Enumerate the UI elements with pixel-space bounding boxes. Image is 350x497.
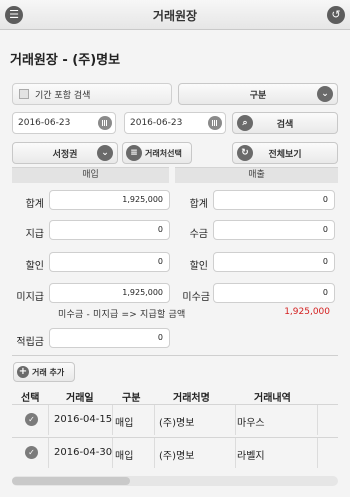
sales-unreceived-field[interactable]: 0 — [213, 283, 335, 303]
col-header-select: 선택 — [21, 393, 40, 404]
sales-section-header: 매출 — [175, 167, 338, 183]
row-detail: 라벨지 — [237, 451, 265, 462]
table-row[interactable]: ✓ 2016-04-30 매입 (주)명보 라벨지 — [12, 437, 338, 468]
table-row[interactable]: ✓ 2016-04-15 매입 (주)명보 마우스 — [12, 404, 338, 435]
row-client: (주)명보 — [159, 451, 195, 462]
col-header-type: 구분 — [122, 393, 141, 404]
check-icon[interactable]: ✓ — [25, 413, 38, 426]
sales-unreceived-label: 미수금 — [182, 292, 210, 303]
purchase-discount-field[interactable]: 0 — [49, 252, 170, 272]
refresh-icon: ↻ — [237, 145, 253, 161]
calendar-icon[interactable] — [208, 116, 222, 130]
include-period-label: 기간 포함 검색 — [35, 90, 91, 101]
purchase-unpaid-label: 미지급 — [16, 292, 44, 303]
date-to-input[interactable]: 2016-06-23 — [124, 112, 226, 134]
row-type: 매입 — [115, 418, 134, 429]
sales-total-field[interactable]: 0 — [213, 190, 335, 210]
table-header: 선택 거래일 구분 거래처명 거래내역 — [12, 389, 338, 404]
client-select-button[interactable]: ≡ 거래처선택 — [122, 142, 192, 164]
col-header-client: 거래처명 — [173, 393, 210, 404]
chevron-down-icon: ⌄ — [97, 145, 113, 161]
client-select-label: 거래처선택 — [145, 148, 182, 158]
top-bar: ☰ 거래원장 ↺ — [0, 0, 350, 30]
row-date: 2016-04-30 — [54, 447, 113, 458]
reserve-label: 적립금 — [16, 337, 44, 348]
back-icon[interactable]: ↺ — [327, 6, 345, 24]
checkbox-box[interactable] — [19, 89, 29, 99]
row-date: 2016-04-15 — [54, 414, 113, 425]
sales-received-label: 수금 — [189, 229, 208, 240]
purchase-paid-field[interactable]: 0 — [49, 220, 170, 240]
page-title: 거래원장 - (주)명보 — [10, 53, 121, 68]
purchase-discount-label: 할인 — [25, 261, 44, 272]
view-all-label: 전체보기 — [268, 149, 302, 160]
header-title: 거래원장 — [152, 9, 198, 23]
plus-icon: + — [17, 366, 29, 378]
search-label: 검색 — [276, 119, 294, 130]
purchase-total-field[interactable]: 1,925,000 — [49, 190, 170, 210]
search-icon: ⌕ — [237, 115, 253, 131]
sales-discount-label: 할인 — [189, 261, 208, 272]
date-to-value: 2016-06-23 — [130, 118, 183, 128]
category-select[interactable]: 구분 ⌄ — [178, 83, 338, 105]
region-select[interactable]: 서정권 ⌄ — [12, 142, 118, 164]
chevron-down-icon: ⌄ — [317, 86, 333, 102]
horizontal-scrollbar[interactable] — [12, 476, 338, 486]
date-from-input[interactable]: 2016-06-23 — [12, 112, 116, 134]
col-header-detail: 거래내역 — [254, 393, 291, 404]
sales-discount-field[interactable]: 0 — [213, 252, 335, 272]
add-transaction-label: 거래 추가 — [32, 367, 65, 377]
formula-value: 1,925,000 — [284, 307, 330, 317]
row-client: (주)명보 — [159, 418, 195, 429]
search-button[interactable]: ⌕ 검색 — [232, 112, 338, 134]
add-transaction-button[interactable]: + 거래 추가 — [13, 362, 75, 382]
purchase-section-header: 매입 — [12, 167, 169, 183]
purchase-total-label: 합계 — [25, 199, 44, 210]
divider — [12, 355, 338, 356]
check-icon[interactable]: ✓ — [25, 446, 38, 459]
sales-received-field[interactable]: 0 — [213, 220, 335, 240]
row-type: 매입 — [115, 451, 134, 462]
col-header-date: 거래일 — [66, 393, 94, 404]
calendar-icon[interactable] — [98, 116, 112, 130]
include-period-checkbox[interactable]: 기간 포함 검색 — [12, 83, 172, 105]
list-icon: ≡ — [126, 145, 142, 161]
date-from-value: 2016-06-23 — [18, 118, 71, 128]
row-detail: 마우스 — [237, 418, 265, 429]
sales-total-label: 합계 — [189, 199, 208, 210]
category-select-label: 구분 — [249, 90, 267, 101]
view-all-button[interactable]: ↻ 전체보기 — [232, 142, 338, 164]
region-select-label: 서정권 — [52, 149, 78, 160]
scrollbar-thumb[interactable] — [12, 477, 130, 485]
formula-text: 미수금 - 미지급 => 지급할 금액 — [58, 310, 186, 320]
purchase-paid-label: 지급 — [25, 229, 44, 240]
reserve-field[interactable]: 0 — [49, 328, 170, 348]
purchase-unpaid-field[interactable]: 1,925,000 — [49, 283, 170, 303]
